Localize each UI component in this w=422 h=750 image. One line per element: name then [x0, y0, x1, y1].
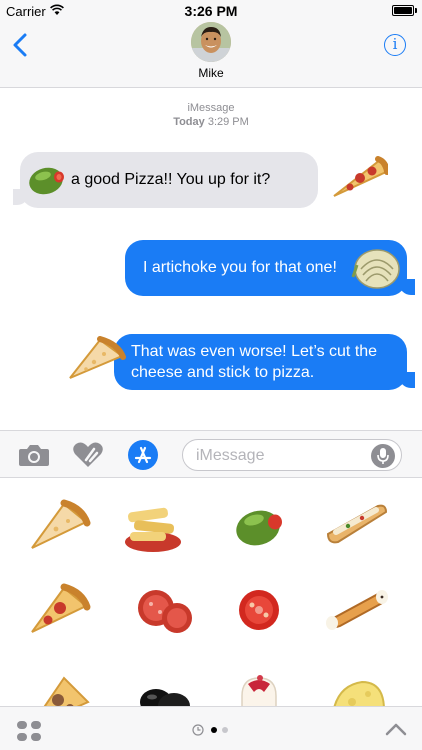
bruschetta-sticker[interactable] [322, 496, 392, 556]
message-input[interactable]: iMessage [182, 439, 402, 471]
artichoke-sticker-icon [351, 249, 400, 289]
app-store-icon [134, 446, 152, 464]
penne-pasta-sticker[interactable] [118, 496, 188, 556]
thread-timestamp: Today 3:29 PM [0, 116, 422, 128]
digital-touch-heart-icon[interactable] [72, 441, 104, 469]
message-input-placeholder: iMessage [196, 447, 265, 464]
message-text-line: That was even worse! Let’s cut the [131, 343, 378, 360]
sticker-drawer [0, 478, 422, 706]
pizza-slice-sticker[interactable] [330, 156, 388, 202]
contact-avatar[interactable] [191, 22, 231, 62]
contact-name[interactable]: Mike [0, 66, 422, 80]
service-name: iMessage [187, 102, 235, 114]
compose-bar: iMessage [0, 430, 422, 478]
page-indicator[interactable] [192, 724, 242, 736]
camera-icon[interactable] [18, 443, 50, 467]
app-grid-icon[interactable] [16, 720, 42, 742]
pepperoni-slices-sticker[interactable] [130, 580, 200, 640]
info-button[interactable]: i [384, 34, 406, 56]
avatar-photo [191, 22, 231, 62]
battery-tip [415, 8, 417, 13]
cheese-slice-sticker[interactable] [322, 672, 392, 706]
incoming-message-bubble[interactable]: a good Pizza!! You up for it? [20, 152, 318, 208]
pepperoni-pizza-slice-sticker[interactable] [24, 580, 94, 640]
message-text: a good Pizza!! You up for it? [71, 171, 271, 188]
app-drawer-bar [0, 706, 422, 750]
outgoing-message-bubble[interactable]: That was even worse! Let’s cut the chees… [114, 334, 407, 390]
message-text-line: cheese and stick to pizza. [131, 364, 315, 381]
conversation-header: Carrier 3:26 PM Mike i [0, 0, 422, 88]
panna-cotta-sticker[interactable] [224, 672, 294, 706]
olive-sticker-icon [29, 167, 64, 195]
info-icon: i [392, 35, 398, 53]
battery-icon [392, 5, 414, 16]
cannoli-sticker[interactable] [322, 580, 392, 640]
message-text: I artichoke you for that one! [143, 259, 337, 276]
black-olives-sticker[interactable] [130, 676, 200, 706]
pizza-slice-sticker[interactable] [64, 336, 126, 384]
timestamp-day: Today [173, 116, 205, 128]
thread-service-label: iMessage [0, 102, 422, 114]
olive-sticker[interactable] [224, 496, 294, 556]
app-store-button[interactable] [128, 440, 158, 470]
outgoing-message-bubble[interactable]: I artichoke you for that one! [125, 240, 407, 296]
status-time: 3:26 PM [184, 3, 238, 19]
pizza-slice-sticker[interactable] [24, 496, 94, 556]
back-chevron-icon[interactable] [10, 32, 32, 58]
microphone-button[interactable] [371, 444, 395, 468]
chevron-up-icon[interactable] [384, 721, 408, 737]
microphone-icon [377, 448, 389, 464]
timestamp-time: 3:29 PM [207, 116, 249, 128]
status-bar: Carrier 3:26 PM [0, 0, 422, 22]
tomato-slice-sticker[interactable] [224, 580, 294, 640]
meatball-pizza-sticker[interactable] [24, 672, 94, 706]
